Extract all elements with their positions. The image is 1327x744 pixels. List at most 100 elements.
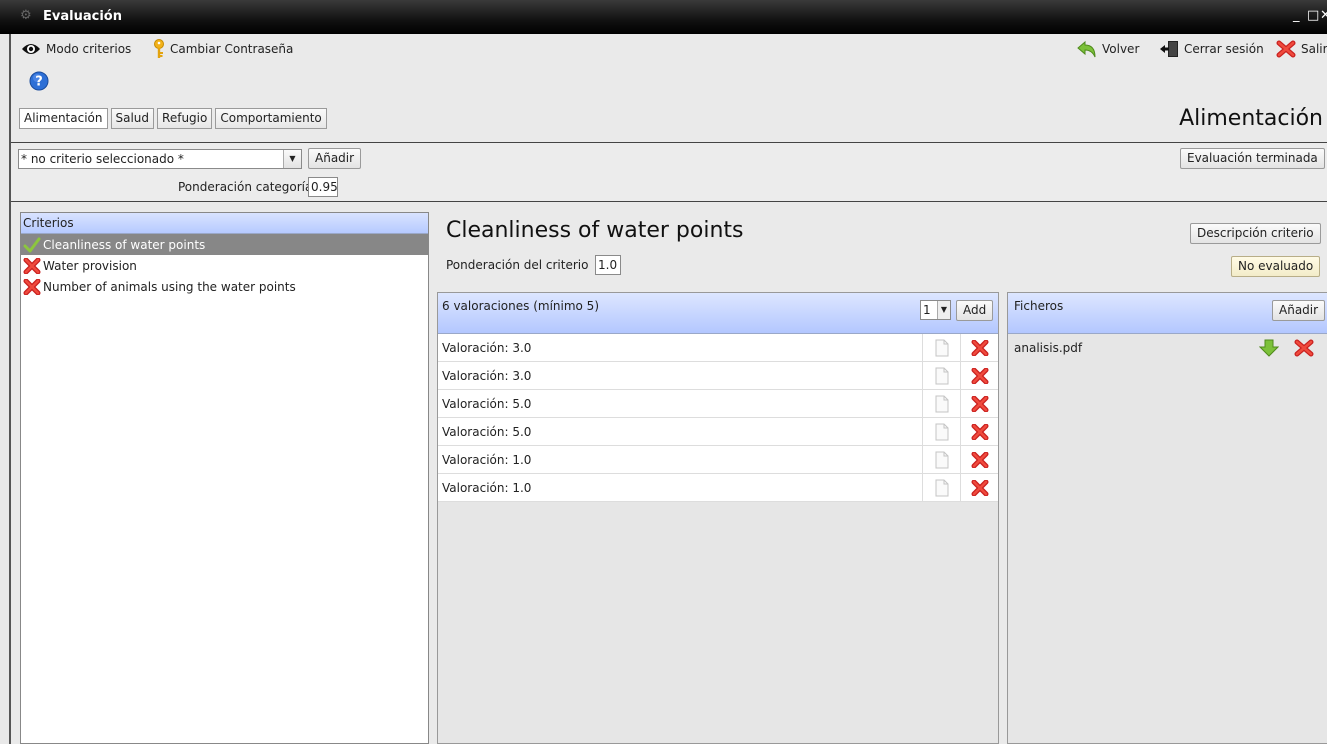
category-weight-input[interactable]: 0.95 xyxy=(308,177,338,197)
finish-evaluation-button[interactable]: Evaluación terminada xyxy=(1180,148,1325,169)
valuation-label: Valoración: 5.0 xyxy=(442,396,532,411)
key-icon xyxy=(154,39,164,58)
chevron-down-icon[interactable]: ▼ xyxy=(283,150,301,168)
red-x-icon xyxy=(971,423,988,440)
exit-label: Salir xyxy=(1301,42,1327,56)
file-item: analisis.pdf xyxy=(1008,334,1327,362)
document-icon xyxy=(935,339,948,356)
criteria-item[interactable]: Number of animals using the water points xyxy=(21,276,428,297)
criterion-title: Cleanliness of water points xyxy=(446,218,744,243)
criterion-weight-input[interactable]: 1.0 xyxy=(595,255,621,275)
criteria-combo[interactable]: * no criterio seleccionado * ▼ xyxy=(18,149,302,169)
criterion-weight-label: Ponderación del criterio xyxy=(446,258,589,272)
red-x-icon xyxy=(23,257,41,274)
delete-valuation-button[interactable] xyxy=(960,389,998,418)
add-valuation-button[interactable]: Add xyxy=(956,300,994,321)
criteria-filter-box: * no criterio seleccionado * ▼ Añadir Po… xyxy=(11,142,1327,202)
valuation-row: Valoración: 1.0 xyxy=(438,445,998,474)
red-x-icon xyxy=(971,339,988,356)
back-label: Volver xyxy=(1102,42,1140,56)
valuation-spinner[interactable]: 1 ▼ xyxy=(920,300,951,320)
files-panel: Ficheros Añadir analisis.pdf xyxy=(1007,292,1327,744)
change-password-label: Cambiar Contraseña xyxy=(170,42,294,56)
valuation-label: Valoración: 1.0 xyxy=(442,480,532,495)
main-content: Modo criterios Cambiar Contraseña Volver… xyxy=(9,34,1327,744)
valuation-spinner-value: 1 xyxy=(923,303,931,317)
valuation-label: Valoración: 5.0 xyxy=(442,424,532,439)
valuations-header: 6 valoraciones (mínimo 5) 1 ▼ Add xyxy=(438,293,998,334)
evaluation-status-button[interactable]: No evaluado xyxy=(1231,256,1321,277)
files-header-label: Ficheros xyxy=(1014,299,1064,313)
files-header: Ficheros Añadir xyxy=(1008,293,1327,334)
criteria-header: Criterios xyxy=(21,213,428,234)
section-title: Alimentación xyxy=(1179,106,1323,131)
view-document-button[interactable] xyxy=(922,445,960,474)
delete-valuation-button[interactable] xyxy=(960,445,998,474)
red-x-icon xyxy=(971,451,988,468)
criteria-item-label: Water provision xyxy=(43,258,137,273)
criteria-list-panel: Criterios Cleanliness of water points Wa… xyxy=(20,212,429,744)
close-window-icon[interactable]: ✕ xyxy=(1320,8,1327,23)
tab-salud[interactable]: Salud xyxy=(110,108,155,129)
view-document-button[interactable] xyxy=(922,389,960,418)
tab-refugio[interactable]: Refugio xyxy=(157,108,213,129)
valuation-row: Valoración: 1.0 xyxy=(438,473,998,502)
criteria-mode-button[interactable]: Modo criterios xyxy=(21,39,131,59)
delete-valuation-button[interactable] xyxy=(960,361,998,390)
valuation-label: Valoración: 3.0 xyxy=(442,340,532,355)
window-titlebar: ⚙ Evaluación _ □ ✕ xyxy=(0,0,1327,34)
logout-button[interactable]: Cerrar sesión xyxy=(1159,39,1264,59)
logout-label: Cerrar sesión xyxy=(1184,42,1264,56)
delete-valuation-button[interactable] xyxy=(960,417,998,446)
download-arrow-icon[interactable] xyxy=(1259,339,1279,357)
valuations-panel: 6 valoraciones (mínimo 5) 1 ▼ Add Valora… xyxy=(437,292,999,744)
delete-valuation-button[interactable] xyxy=(960,473,998,502)
exit-button[interactable]: Salir xyxy=(1276,39,1327,59)
valuation-label: Valoración: 1.0 xyxy=(442,452,532,467)
view-document-button[interactable] xyxy=(922,361,960,390)
criteria-item-label: Number of animals using the water points xyxy=(43,279,296,294)
exit-door-icon xyxy=(1160,41,1178,57)
back-button[interactable]: Volver xyxy=(1077,39,1139,59)
red-x-icon xyxy=(971,479,988,496)
tab-alimentacion[interactable]: Alimentación xyxy=(19,108,108,129)
red-x-icon xyxy=(1276,40,1296,58)
red-x-icon xyxy=(971,395,988,412)
criteria-mode-label: Modo criterios xyxy=(46,42,132,56)
criteria-combo-value: * no criterio seleccionado * xyxy=(21,152,184,166)
svg-text:?: ? xyxy=(35,75,43,90)
maximize-icon[interactable]: □ xyxy=(1307,8,1319,23)
help-icon[interactable]: ? xyxy=(29,71,49,91)
view-document-button[interactable] xyxy=(922,333,960,362)
red-x-icon xyxy=(971,367,988,384)
valuation-row: Valoración: 5.0 xyxy=(438,417,998,446)
red-x-icon[interactable] xyxy=(1294,339,1314,357)
criteria-item[interactable]: Water provision xyxy=(21,255,428,276)
tab-comportamiento[interactable]: Comportamiento xyxy=(215,108,327,129)
add-file-button[interactable]: Añadir xyxy=(1272,300,1326,321)
valuation-row: Valoración: 5.0 xyxy=(438,389,998,418)
view-document-button[interactable] xyxy=(922,417,960,446)
view-document-button[interactable] xyxy=(922,473,960,502)
document-icon xyxy=(935,479,948,496)
chevron-down-icon[interactable]: ▼ xyxy=(937,301,950,319)
delete-valuation-button[interactable] xyxy=(960,333,998,362)
criteria-item[interactable]: Cleanliness of water points xyxy=(21,234,428,255)
window-title: Evaluación xyxy=(43,9,122,24)
document-icon xyxy=(935,451,948,468)
criterion-description-button[interactable]: Descripción criterio xyxy=(1190,223,1321,244)
category-tabs: Alimentación Salud Refugio Comportamient… xyxy=(19,108,330,129)
red-x-icon xyxy=(23,278,41,295)
minimize-icon[interactable]: _ xyxy=(1293,8,1300,23)
document-icon xyxy=(935,423,948,440)
category-weight-label: Ponderación categoría xyxy=(178,180,313,194)
add-criterion-button[interactable]: Añadir xyxy=(308,148,362,169)
back-arrow-icon xyxy=(1077,40,1096,58)
valuations-count: 6 valoraciones (mínimo 5) xyxy=(442,299,600,313)
document-icon xyxy=(935,367,948,384)
change-password-button[interactable]: Cambiar Contraseña xyxy=(153,39,293,59)
valuation-row: Valoración: 3.0 xyxy=(438,361,998,390)
file-name: analisis.pdf xyxy=(1014,341,1083,355)
document-icon xyxy=(935,395,948,412)
valuation-row: Valoración: 3.0 xyxy=(438,333,998,362)
